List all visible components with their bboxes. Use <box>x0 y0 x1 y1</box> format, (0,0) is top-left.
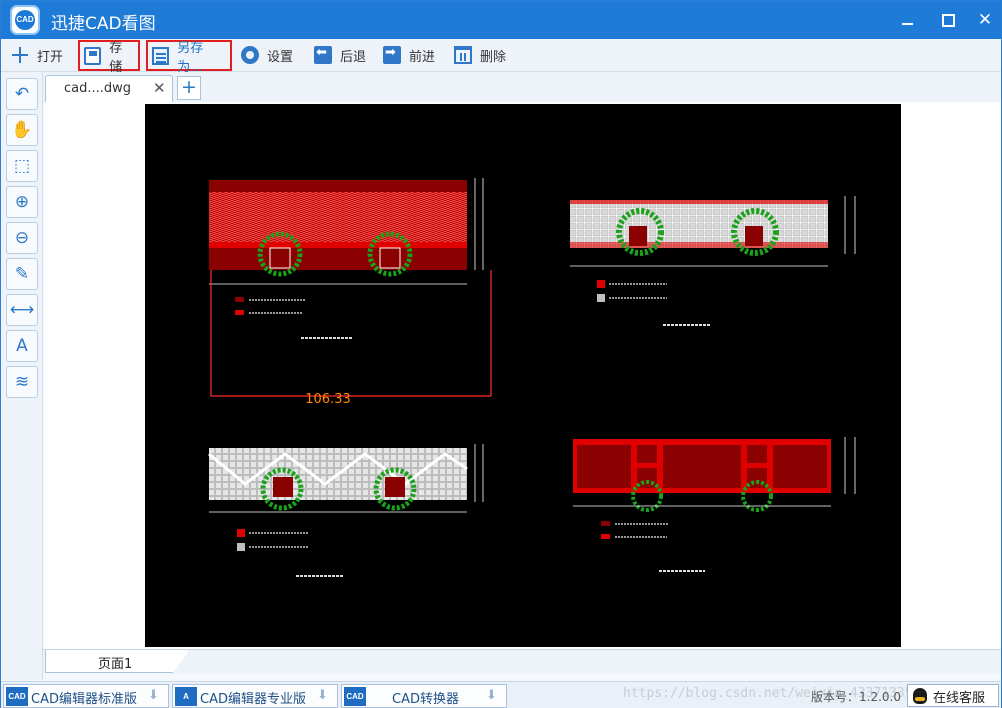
page-bar: 页面1 <box>43 649 1001 673</box>
save-as-button[interactable]: 另存为... <box>146 40 232 75</box>
tab-file-label: cad....dwg <box>64 81 132 96</box>
gear-icon <box>241 46 259 64</box>
zoom-out-icon: ⊖ <box>14 228 30 248</box>
layers-icon: ≋ <box>14 372 30 392</box>
zoom-in-icon: ⊕ <box>14 192 30 212</box>
add-tab-button[interactable]: + <box>177 76 201 100</box>
status-bar: CAD CAD编辑器标准版 ⬇ A CAD编辑器专业版 ⬇ CAD CAD转换器… <box>1 681 1001 708</box>
cad-editor-standard-icon: CAD <box>6 687 28 706</box>
zoom-in-tool[interactable]: ⊕ <box>6 186 38 218</box>
window-title: 迅捷CAD看图 <box>51 14 156 34</box>
plus-icon <box>11 46 29 64</box>
draw-tool[interactable]: ✎ <box>6 258 38 290</box>
elevation-drawing-3 <box>208 444 484 577</box>
title-bar: CAD 迅捷CAD看图 ✕ <box>1 1 1001 39</box>
measure-icon: ⟷ <box>9 300 35 320</box>
cad-drawing: 106.33 <box>208 178 856 577</box>
zoom-out-tool[interactable]: ⊖ <box>6 222 38 254</box>
layers-tool[interactable]: ≋ <box>6 366 38 398</box>
elevation-drawing-1: 106.33 <box>209 178 492 407</box>
trash-icon <box>454 46 472 64</box>
version-label: 版本号：1.2.0.0 <box>811 690 901 704</box>
elevation-drawing-2 <box>570 196 856 326</box>
back-button[interactable]: 后退 <box>310 41 370 69</box>
tab-bar: cad....dwg ✕ + <box>43 72 1001 102</box>
close-button[interactable]: ✕ <box>974 9 996 31</box>
pan-hand-icon: ✋ <box>11 120 33 140</box>
measure-tool[interactable]: ⟷ <box>6 294 38 326</box>
tab-file[interactable]: cad....dwg ✕ <box>45 75 173 102</box>
cad-converter-icon: CAD <box>344 687 366 706</box>
settings-button[interactable]: 设置 <box>237 41 297 69</box>
pen-icon: ✎ <box>14 264 30 284</box>
save-as-label: 另存为... <box>177 40 204 75</box>
forward-label: 前进 <box>409 49 436 65</box>
zoom-window-tool[interactable]: ⬚ <box>6 150 38 182</box>
product-cad-editor-standard[interactable]: CAD CAD编辑器标准版 ⬇ <box>3 684 169 708</box>
open-label: 打开 <box>37 49 64 65</box>
open-button[interactable]: 打开 <box>7 41 67 69</box>
save-button[interactable]: 存储 <box>78 40 140 75</box>
drawing-area[interactable]: 106.33 <box>44 102 1001 649</box>
product-label: CAD编辑器标准版 <box>31 692 137 707</box>
download-icon[interactable]: ⬇ <box>486 688 497 703</box>
download-icon[interactable]: ⬇ <box>317 688 328 703</box>
pan-tool[interactable]: ✋ <box>6 114 38 146</box>
zoom-window-icon: ⬚ <box>13 156 31 176</box>
zoom-back-tool[interactable]: ↶ <box>6 78 38 110</box>
forward-button[interactable]: 前进 <box>379 41 439 69</box>
app-logo-text: CAD <box>15 10 35 30</box>
tool-column: ↶ ✋ ⬚ ⊕ ⊖ ✎ ⟷ A ≋ <box>1 72 43 680</box>
minimize-button[interactable] <box>896 9 918 31</box>
forward-arrow-icon <box>383 45 401 64</box>
maximize-button[interactable] <box>937 9 959 31</box>
settings-label: 设置 <box>267 49 294 65</box>
toolbar: 打开 存储 另存为... 设置 后退 前进 删除 <box>1 39 1001 75</box>
save-as-icon <box>152 46 170 65</box>
text-icon: A <box>16 336 28 356</box>
save-label: 存储 <box>109 40 123 75</box>
download-icon[interactable]: ⬇ <box>148 688 159 703</box>
cad-viewport[interactable]: 106.33 <box>145 104 901 647</box>
delete-button[interactable]: 删除 <box>450 41 510 69</box>
back-arrow-icon <box>314 45 332 64</box>
qq-penguin-icon <box>913 688 927 704</box>
delete-label: 删除 <box>480 49 507 65</box>
text-tool[interactable]: A <box>6 330 38 362</box>
dimension-label: 106.33 <box>305 392 351 407</box>
tab-close-icon[interactable]: ✕ <box>153 79 166 97</box>
app-logo-icon: CAD <box>10 5 40 35</box>
product-cad-converter[interactable]: CAD CAD转换器 ⬇ <box>341 684 507 708</box>
zoom-back-icon: ↶ <box>14 84 30 104</box>
support-label: 在线客服 <box>933 691 986 706</box>
product-label: CAD转换器 <box>392 692 459 707</box>
product-cad-editor-pro[interactable]: A CAD编辑器专业版 ⬇ <box>172 684 338 708</box>
save-icon <box>84 46 102 65</box>
product-label: CAD编辑器专业版 <box>200 692 306 707</box>
elevation-drawing-4 <box>573 437 856 572</box>
app-window: CAD 迅捷CAD看图 ✕ 打开 存储 另存为... 设置 后退 前进 <box>0 0 1002 708</box>
page-tab-label: 页面1 <box>98 657 133 672</box>
page-tab-1[interactable]: 页面1 <box>45 650 190 673</box>
back-label: 后退 <box>340 49 367 65</box>
cad-editor-pro-icon: A <box>175 687 197 706</box>
online-support-button[interactable]: 在线客服 <box>907 684 999 707</box>
